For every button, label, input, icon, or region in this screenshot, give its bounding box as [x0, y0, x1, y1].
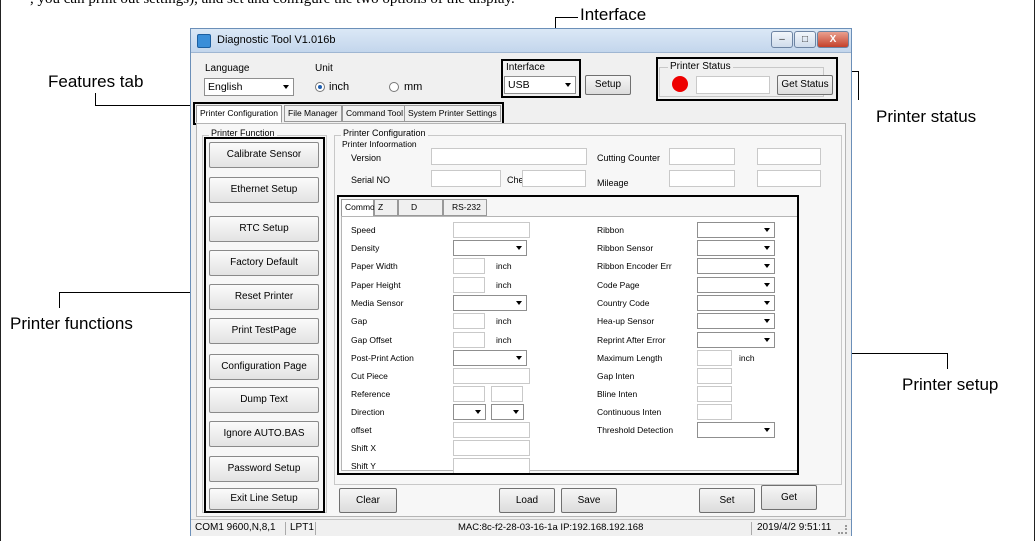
- intro-text: , you can print out settings), and set a…: [30, 0, 790, 11]
- datetime-status: 2019/4/2 9:51:11: [757, 522, 832, 533]
- app-window: Diagnostic Tool V1.016b – □ X Language E…: [190, 28, 852, 536]
- interface-highlight-box: [501, 59, 581, 98]
- chevron-down-icon: [283, 85, 289, 89]
- callout-line: [59, 292, 60, 308]
- language-label: Language: [205, 63, 250, 74]
- status-divider: [751, 522, 752, 535]
- serial-field[interactable]: [431, 170, 501, 187]
- tabs-highlight-box: [193, 102, 504, 125]
- get-button[interactable]: Get: [761, 485, 817, 510]
- minimize-button[interactable]: –: [771, 31, 793, 48]
- mileage-field-2[interactable]: [757, 170, 821, 187]
- callout-line: [59, 292, 204, 293]
- status-divider: [285, 522, 286, 535]
- unit-mm-label: mm: [404, 81, 423, 93]
- status-divider: [315, 522, 316, 535]
- port-status: COM1 9600,N,8,1: [195, 522, 276, 533]
- load-button[interactable]: Load: [499, 488, 555, 513]
- unit-inch-radio[interactable]: [315, 82, 325, 92]
- resize-grip-icon[interactable]: [838, 525, 847, 534]
- serial-label: Serial NO: [351, 175, 391, 185]
- callout-line: [555, 17, 578, 18]
- callout-printer-functions: Printer functions: [10, 314, 133, 333]
- unit-mm-radio[interactable]: [389, 82, 399, 92]
- callout-printer-setup: Printer setup: [902, 375, 999, 394]
- cutting-counter-field[interactable]: [669, 148, 735, 165]
- language-select[interactable]: English: [204, 78, 294, 96]
- cutting-counter-field-2[interactable]: [757, 148, 821, 165]
- callout-interface: Interface: [580, 5, 647, 24]
- callout-line: [95, 105, 192, 106]
- unit-label: Unit: [315, 63, 333, 74]
- language-value: English: [208, 81, 243, 93]
- app-icon: [197, 34, 211, 48]
- checksum-field[interactable]: [522, 170, 586, 187]
- set-button[interactable]: Set: [699, 488, 755, 513]
- callout-line: [858, 71, 859, 100]
- setup-button[interactable]: Setup: [585, 75, 631, 95]
- unit-inch-label: inch: [329, 81, 350, 93]
- window-title: Diagnostic Tool V1.016b: [217, 34, 336, 46]
- callout-printer-status: Printer status: [876, 107, 977, 126]
- cutting-counter-label: Cutting Counter: [597, 153, 661, 163]
- callout-features-tab: Features tab: [48, 72, 144, 91]
- functions-highlight-box: [204, 137, 325, 513]
- version-label: Version: [351, 153, 382, 163]
- clear-button[interactable]: Clear: [339, 488, 397, 513]
- network-status: MAC:8c-f2-28-03-16-1a IP:192.168.192.168: [458, 522, 644, 533]
- maximize-button[interactable]: □: [794, 31, 816, 48]
- close-button[interactable]: X: [817, 31, 849, 48]
- save-button[interactable]: Save: [561, 488, 617, 513]
- status-highlight-box: [656, 57, 838, 101]
- printer-configuration-label: Printer Configuration: [341, 128, 428, 138]
- callout-line: [947, 353, 948, 369]
- title-bar: Diagnostic Tool V1.016b – □ X: [191, 29, 851, 53]
- printer-information-label: Printer Infoormation: [342, 139, 417, 149]
- mileage-label: Mileage: [597, 178, 629, 188]
- setup-highlight-box: [337, 195, 799, 475]
- version-field[interactable]: [431, 148, 587, 165]
- mileage-field[interactable]: [669, 170, 735, 187]
- lpt-status: LPT1: [290, 522, 314, 533]
- status-bar: COM1 9600,N,8,1 LPT1 MAC:8c-f2-28-03-16-…: [191, 519, 851, 536]
